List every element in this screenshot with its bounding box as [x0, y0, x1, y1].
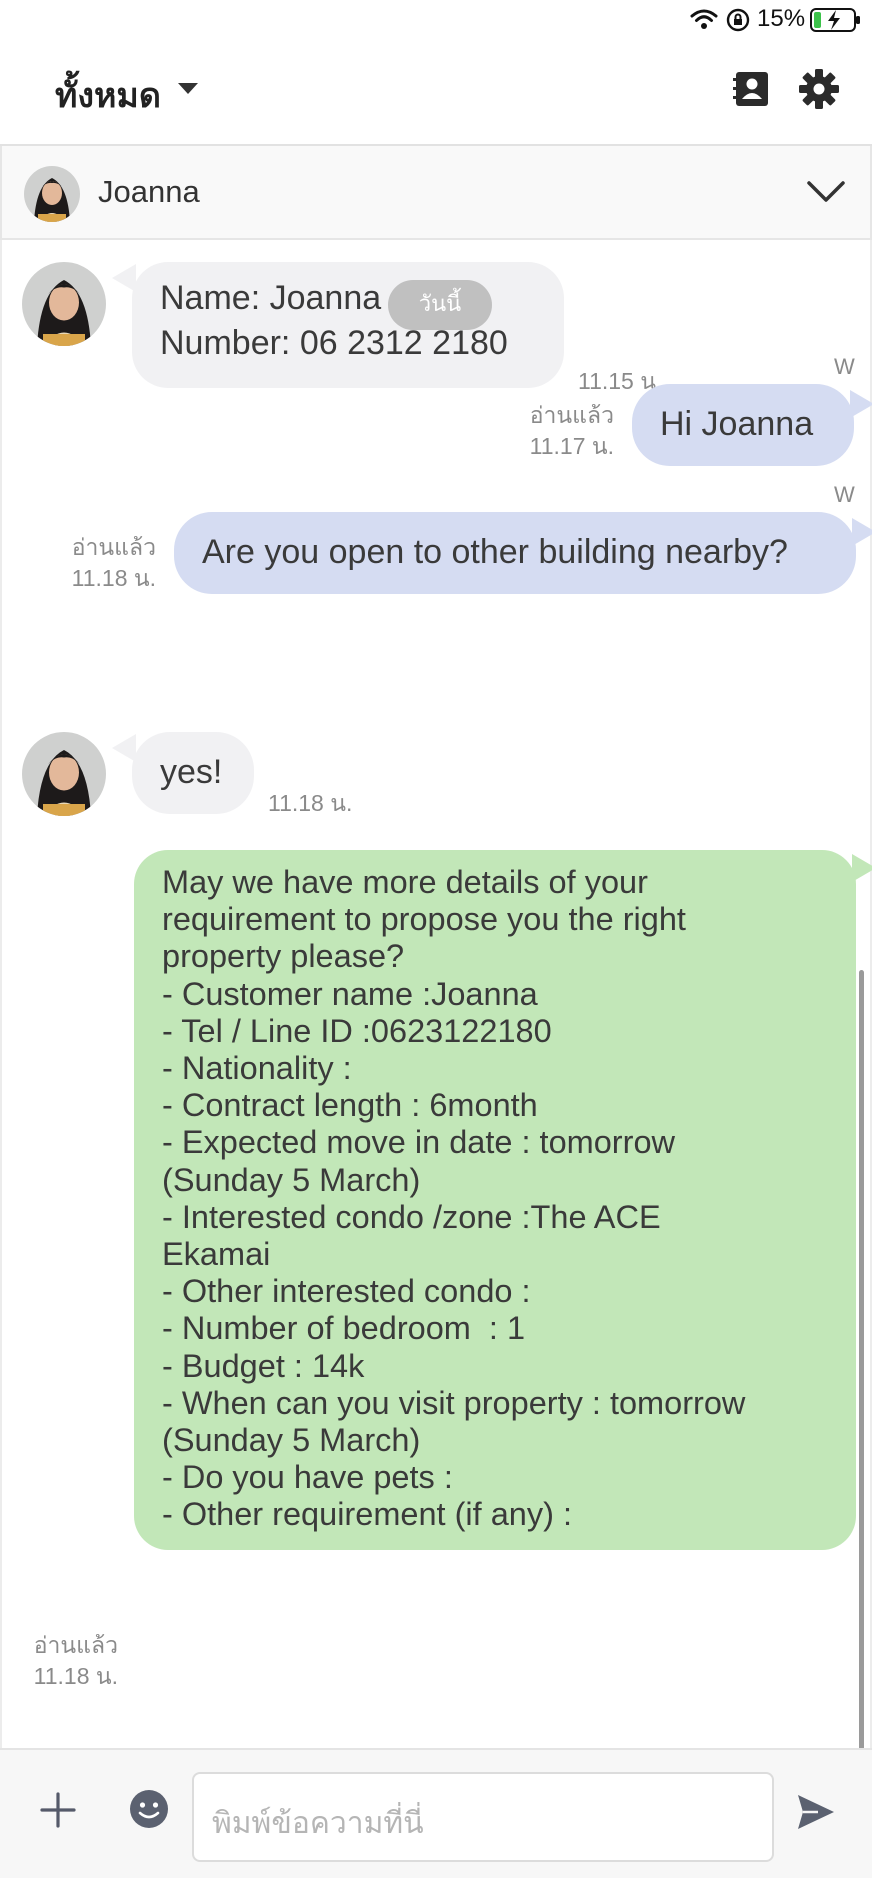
- message-input-bar: พิมพ์ข้อความที่นี่: [0, 1748, 872, 1878]
- message-bubble-template[interactable]: May we have more details of your require…: [134, 850, 856, 1550]
- message-text: Hi Joanna: [660, 405, 814, 443]
- message-timestamp: 11.17 น.: [529, 433, 614, 459]
- top-header: ทั้งหมด: [0, 40, 872, 146]
- gear-icon[interactable]: [798, 68, 840, 110]
- message-bubble-incoming[interactable]: Name: Joanna Number: 06 2312 2180: [132, 262, 564, 388]
- bubble-tail: [852, 518, 872, 546]
- read-receipt: อ่านแล้ว 11.18 น.: [42, 532, 156, 594]
- message-timestamp: 11.18 น.: [71, 565, 156, 591]
- chevron-down-icon[interactable]: [806, 178, 846, 206]
- wifi-icon: [690, 9, 718, 29]
- message-text: yes!: [160, 753, 223, 791]
- message-text: May we have more details of your require…: [162, 864, 746, 1533]
- message-timestamp: 11.18 น.: [33, 1663, 118, 1689]
- message-input[interactable]: พิมพ์ข้อความที่นี่: [192, 1772, 774, 1862]
- battery-percentage: 15%: [757, 5, 806, 32]
- orientation-lock-icon: [726, 8, 750, 32]
- message-bubble-outgoing[interactable]: Are you open to other building nearby?: [174, 512, 856, 594]
- sender-initial: W: [834, 354, 855, 379]
- conversation-header[interactable]: Joanna: [0, 146, 872, 240]
- read-status: อ่านแล้ว: [33, 1632, 118, 1658]
- read-status: อ่านแล้ว: [71, 534, 156, 560]
- contact-name: Joanna: [98, 174, 200, 209]
- bubble-tail: [112, 734, 136, 762]
- sender-initial: W: [834, 482, 855, 507]
- status-bar: 15%: [0, 0, 872, 40]
- input-placeholder: พิมพ์ข้อความที่นี่: [212, 1806, 424, 1841]
- message-timestamp: 11.18 น.: [268, 790, 353, 816]
- battery-charging-icon: [810, 8, 860, 32]
- date-separator-chip: วันนี้: [388, 280, 492, 330]
- message-bubble-outgoing[interactable]: Hi Joanna: [632, 384, 854, 466]
- send-icon[interactable]: [794, 1790, 838, 1834]
- read-receipt: อ่านแล้ว 11.18 น.: [8, 1630, 118, 1692]
- read-receipt: อ่านแล้ว 11.17 น.: [502, 400, 614, 462]
- avatar[interactable]: [22, 262, 106, 346]
- plus-icon[interactable]: [38, 1790, 78, 1830]
- message-text: Are you open to other building nearby?: [202, 533, 788, 571]
- avatar[interactable]: [24, 166, 80, 222]
- read-status: อ่านแล้ว: [529, 402, 614, 428]
- message-text-line: Number: 06 2312 2180: [160, 323, 508, 362]
- message-bubble-incoming[interactable]: yes!: [132, 732, 254, 814]
- chat-filter-dropdown[interactable]: ทั้งหมด: [55, 68, 161, 122]
- bubble-tail: [850, 390, 872, 418]
- avatar[interactable]: [22, 732, 106, 816]
- emoji-icon[interactable]: [128, 1788, 170, 1830]
- caret-down-icon[interactable]: [178, 83, 198, 94]
- bubble-tail: [852, 854, 872, 882]
- scrollbar[interactable]: [859, 970, 864, 1750]
- message-list[interactable]: Name: Joanna Number: 06 2312 2180 วันนี้…: [0, 240, 872, 1750]
- contacts-icon[interactable]: [733, 70, 771, 108]
